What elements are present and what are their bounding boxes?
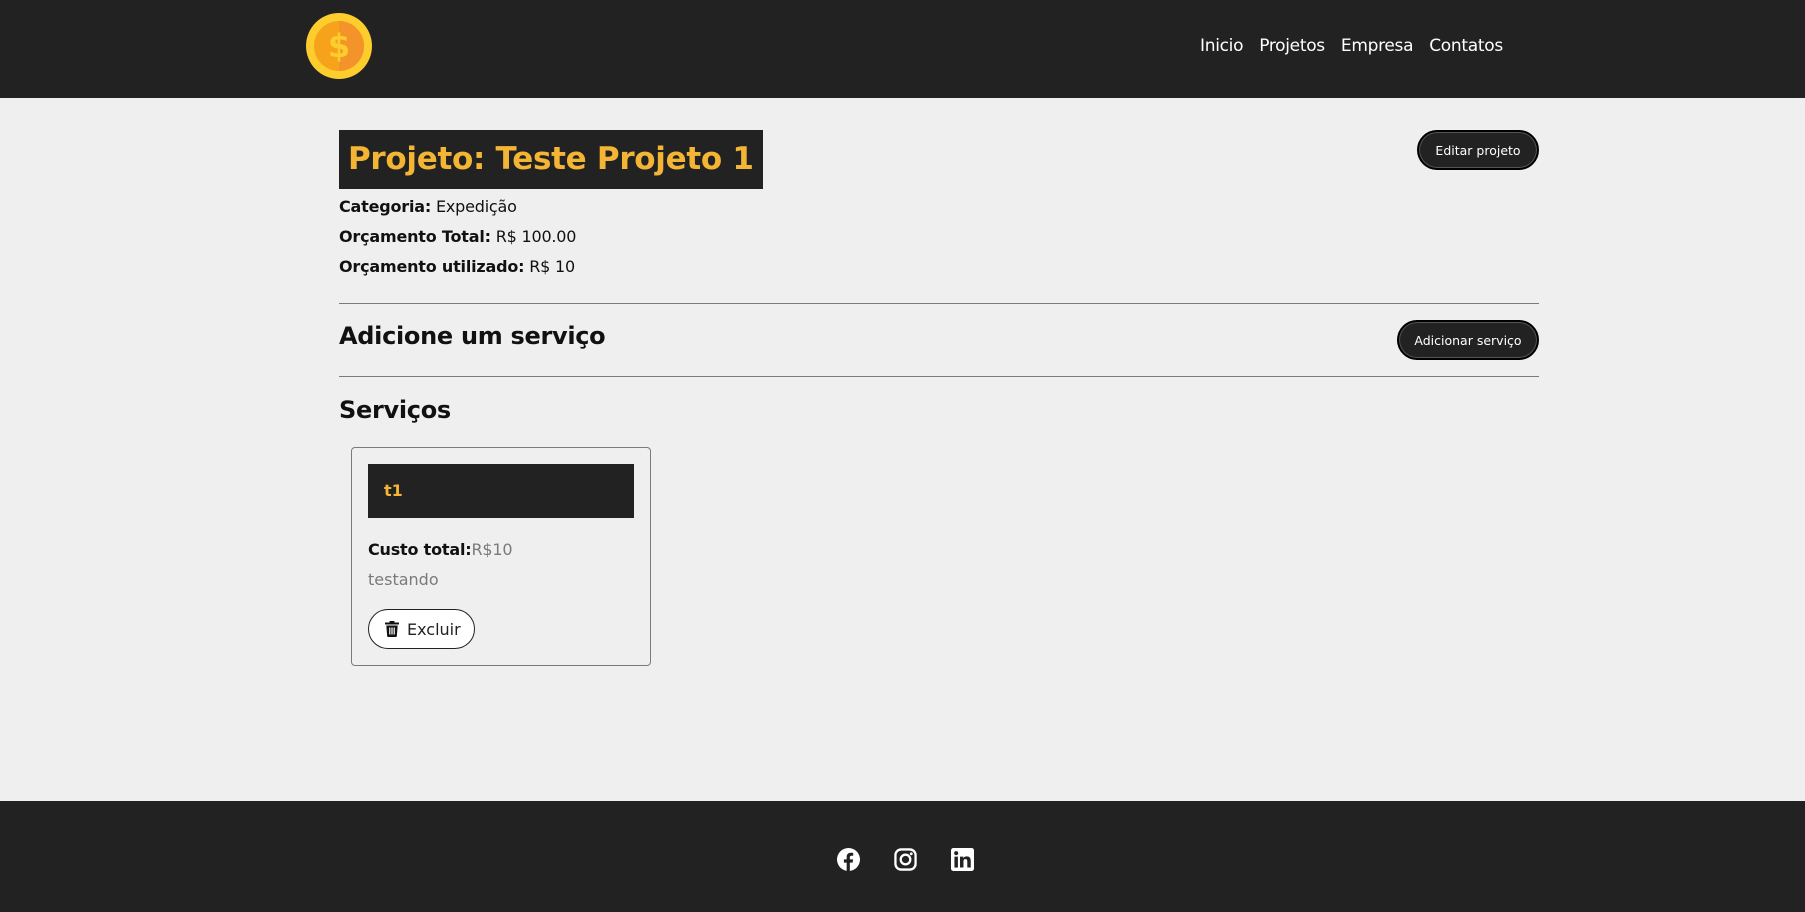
- social-links: [837, 848, 974, 871]
- budget-used-value: R$ 10: [529, 257, 575, 276]
- divider: [339, 303, 1539, 304]
- service-description: testando: [368, 570, 439, 589]
- project-page: Projeto: Teste Projeto 1 Editar projeto …: [339, 98, 1539, 801]
- budget-total-label: Orçamento Total:: [339, 227, 491, 246]
- nav-link-contatos[interactable]: Contatos: [1429, 36, 1503, 56]
- project-budget-total: Orçamento Total: R$ 100.00: [339, 227, 576, 246]
- service-cost-label: Custo total:: [368, 540, 472, 559]
- coin-dollar-icon[interactable]: $: [306, 13, 372, 79]
- add-service-button[interactable]: Adicionar serviço: [1397, 320, 1539, 360]
- nav-link-empresa[interactable]: Empresa: [1341, 36, 1414, 56]
- services-heading: Serviços: [339, 396, 451, 424]
- nav-link-projetos[interactable]: Projetos: [1259, 36, 1325, 56]
- service-cost-value: R$10: [471, 540, 513, 559]
- project-budget-used: Orçamento utilizado: R$ 10: [339, 257, 575, 276]
- linkedin-icon[interactable]: [951, 848, 974, 871]
- service-card: t1 Custo total:R$10 testando Excluir: [351, 447, 651, 666]
- divider: [339, 376, 1539, 377]
- edit-project-button[interactable]: Editar projeto: [1417, 130, 1539, 170]
- page-title: Projeto: Teste Projeto 1: [339, 130, 763, 189]
- service-name: t1: [368, 464, 634, 518]
- category-value: Expedição: [435, 197, 517, 216]
- budget-total-value: R$ 100.00: [495, 227, 577, 246]
- project-category: Categoria: Expedição: [339, 197, 517, 216]
- nav-link-inicio[interactable]: Inicio: [1200, 36, 1243, 56]
- facebook-icon[interactable]: [837, 848, 860, 871]
- category-label: Categoria:: [339, 197, 432, 216]
- footer: [0, 801, 1805, 912]
- instagram-icon[interactable]: [894, 848, 917, 871]
- navbar: $ Inicio Projetos Empresa Contatos: [0, 0, 1805, 98]
- delete-service-button[interactable]: Excluir: [368, 609, 475, 649]
- nav-links: Inicio Projetos Empresa Contatos: [1200, 36, 1503, 56]
- trash-icon: [385, 621, 399, 637]
- add-service-heading: Adicione um serviço: [339, 322, 606, 350]
- svg-text:$: $: [328, 27, 350, 65]
- service-cost: Custo total:R$10: [368, 540, 512, 559]
- delete-label: Excluir: [407, 619, 461, 639]
- budget-used-label: Orçamento utilizado:: [339, 257, 525, 276]
